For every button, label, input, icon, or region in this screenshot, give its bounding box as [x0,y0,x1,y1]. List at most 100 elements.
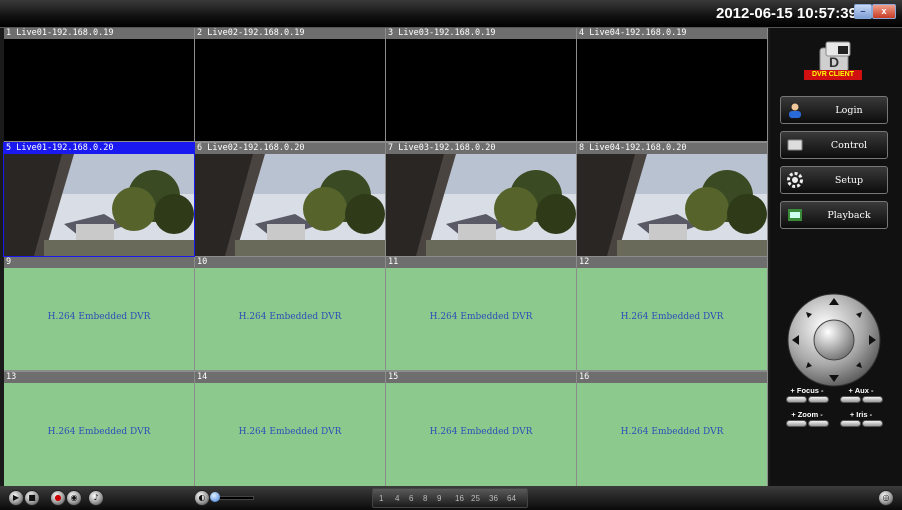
idle-channel-text: H.264 Embedded DVR [238,427,342,437]
zoom-iris-row: + Zoom - + Iris - [780,410,892,432]
focus-plus-button[interactable] [786,396,807,403]
control-label: Control [830,140,868,151]
volume-slider-handle[interactable] [210,492,220,502]
video-cell-4[interactable]: 4 Live04-192.168.0.19 [577,28,767,141]
video-cell-title: 15 [386,372,576,383]
record-icon: ● [54,493,62,502]
idle-channel-text: H.264 Embedded DVR [47,312,151,322]
video-cell-14[interactable]: 14 H.264 Embedded DVR [195,372,385,486]
camera-logo-icon: D [798,34,868,90]
video-cell-1[interactable]: 1 Live01-192.168.0.19 [4,28,194,141]
talk-button[interactable]: ♪ [88,490,104,506]
monitor-icon [787,137,803,153]
logo-label: DVR CLIENT [804,70,862,80]
video-cell-title: 10 [195,257,385,268]
minimize-button[interactable]: – [854,4,872,19]
split-option-1[interactable]: 1 [379,494,383,503]
stop-icon: ■ [28,493,36,502]
audio-button[interactable]: ◐ [194,490,210,506]
focus-label: + Focus - [790,386,824,395]
video-cell-body: H.264 Embedded DVR [195,383,385,486]
play-button[interactable]: ▶ [8,490,24,506]
title-bar: 2012-06-15 10:57:39 – x [0,0,902,28]
login-label: Login [835,105,863,116]
video-cell-11[interactable]: 11 H.264 Embedded DVR [386,257,576,370]
video-cell-8[interactable]: 8 Live04-192.168.0.20 [577,143,767,256]
control-panel: D DVR CLIENT Login Control Setup Playbac… [770,28,902,486]
idle-channel-text: H.264 Embedded DVR [429,312,533,322]
video-cell-body: H.264 Embedded DVR [577,268,767,370]
split-option-16[interactable]: 16 [455,494,464,503]
user-icon [787,102,803,118]
split-mode-bar: 1 4 6 8 9 16 25 36 64 [372,488,528,508]
control-button[interactable]: Control [780,131,888,159]
video-cell-5[interactable]: 5 Live01-192.168.0.20 [3,142,195,257]
login-button[interactable]: Login [780,96,888,124]
video-cell-12[interactable]: 12 H.264 Embedded DVR [577,257,767,370]
video-cell-title: 1 Live01-192.168.0.19 [4,28,194,39]
split-option-25[interactable]: 25 [471,494,480,503]
datetime-display: 2012-06-15 10:57:39 [716,5,857,22]
video-cell-10[interactable]: 10 H.264 Embedded DVR [195,257,385,370]
video-cell-title: 9 [4,257,194,268]
fullscreen-icon: ◎ [882,493,890,502]
video-cell-body: H.264 Embedded DVR [386,383,576,486]
video-cell-body [577,39,767,141]
volume-slider[interactable] [214,496,254,500]
idle-channel-text: H.264 Embedded DVR [238,312,342,322]
camera-feed [577,154,767,256]
video-cell-title: 4 Live04-192.168.0.19 [577,28,767,39]
video-cell-body [195,39,385,141]
video-cell-title: 7 Live03-192.168.0.20 [386,143,576,154]
snapshot-button[interactable]: ◉ [66,490,82,506]
video-cell-title: 13 [4,372,194,383]
split-option-8[interactable]: 8 [423,494,427,503]
video-cell-title: 14 [195,372,385,383]
video-grid: 1 Live01-192.168.0.19 2 Live02-192.168.0.… [3,28,768,486]
focus-aux-row: + Focus - + Aux - [780,386,892,408]
aux-minus-button[interactable] [862,396,883,403]
film-icon [787,207,803,223]
split-option-36[interactable]: 36 [489,494,498,503]
zoom-minus-button[interactable] [808,420,829,427]
record-button[interactable]: ● [50,490,66,506]
split-option-64[interactable]: 64 [507,494,516,503]
microphone-icon: ♪ [93,493,99,502]
video-cell-body [386,39,576,141]
video-cell-body: H.264 Embedded DVR [4,268,194,370]
playback-button[interactable]: Playback [780,201,888,229]
iris-plus-button[interactable] [840,420,861,427]
idle-channel-text: H.264 Embedded DVR [620,312,724,322]
stop-button[interactable]: ■ [24,490,40,506]
ptz-direction-pad[interactable] [784,290,884,390]
bottom-toolbar: ▶ ■ ● ◉ ♪ ◐ 1 4 6 8 9 16 25 36 64 ◎ [0,486,902,510]
video-cell-body: H.264 Embedded DVR [4,383,194,486]
split-option-4[interactable]: 4 [395,494,399,503]
video-cell-2[interactable]: 2 Live02-192.168.0.19 [195,28,385,141]
video-cell-title: 8 Live04-192.168.0.20 [577,143,767,154]
video-cell-7[interactable]: 7 Live03-192.168.0.20 [386,143,576,256]
iris-label: + Iris - [849,410,873,419]
video-cell-title: 6 Live02-192.168.0.20 [195,143,385,154]
setup-button[interactable]: Setup [780,166,888,194]
speaker-icon: ◐ [198,493,206,502]
video-cell-9[interactable]: 9 H.264 Embedded DVR [4,257,194,370]
zoom-plus-button[interactable] [786,420,807,427]
video-cell-15[interactable]: 15 H.264 Embedded DVR [386,372,576,486]
playback-label: Playback [827,210,871,221]
camera-feed [386,154,576,256]
close-button[interactable]: x [872,4,896,19]
video-cell-6[interactable]: 6 Live02-192.168.0.20 [195,143,385,256]
split-option-6[interactable]: 6 [409,494,413,503]
video-cell-13[interactable]: 13 H.264 Embedded DVR [4,372,194,486]
aux-plus-button[interactable] [840,396,861,403]
video-cell-16[interactable]: 16 H.264 Embedded DVR [577,372,767,486]
idle-channel-text: H.264 Embedded DVR [620,427,724,437]
setup-label: Setup [834,175,864,186]
idle-channel-text: H.264 Embedded DVR [429,427,533,437]
video-cell-3[interactable]: 3 Live03-192.168.0.19 [386,28,576,141]
split-option-9[interactable]: 9 [437,494,441,503]
full-screen-button[interactable]: ◎ [878,490,894,506]
iris-minus-button[interactable] [862,420,883,427]
focus-minus-button[interactable] [808,396,829,403]
